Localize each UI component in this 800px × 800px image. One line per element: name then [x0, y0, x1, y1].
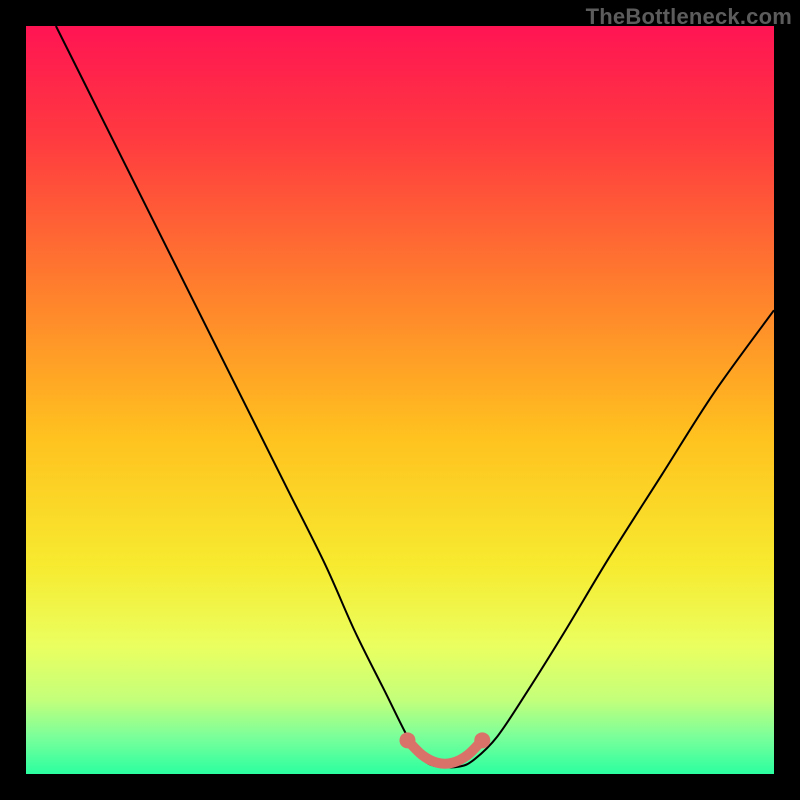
- watermark-text: TheBottleneck.com: [586, 4, 792, 30]
- plot-area: [26, 26, 774, 774]
- chart-frame: TheBottleneck.com: [0, 0, 800, 800]
- optimal-range-endpoint: [474, 732, 490, 748]
- chart-svg: [26, 26, 774, 774]
- gradient-background: [26, 26, 774, 774]
- optimal-range-endpoint: [399, 732, 415, 748]
